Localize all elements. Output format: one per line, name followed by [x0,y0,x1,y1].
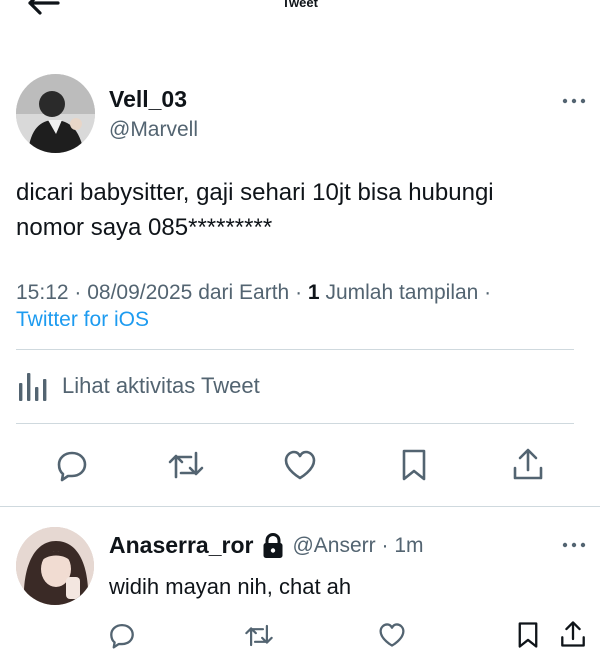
top-bar: Tweet [0,0,600,15]
reply-bookmark-button[interactable] [514,620,542,650]
retweet-button[interactable] [166,447,206,483]
reply-button[interactable] [53,447,91,483]
more-options-icon[interactable] [562,542,586,548]
reply-icon [57,451,87,482]
like-button[interactable] [282,447,318,483]
reply-avatar[interactable] [16,527,94,605]
tweet-meta: 15:12 · 08/09/2025 dari Earth · 1 Jumlah… [16,281,492,304]
like-icon [379,623,405,647]
share-icon [513,448,543,480]
views-count: 1 [307,281,320,304]
view-activity-link[interactable]: Lihat aktivitas Tweet [16,366,260,406]
tweet-source-link[interactable]: Twitter for iOS [16,306,149,334]
tweet-time[interactable]: 15:12 [16,281,69,304]
reply-icon [110,623,134,649]
divider [0,506,600,507]
bookmark-icon [402,449,426,481]
tweet-text: dicari babysitter, gaji sehari 10jt bisa… [16,175,576,245]
tweet-date[interactable]: 08/09/2025 [87,281,192,304]
author-handle[interactable]: @Marvell [109,118,198,142]
tweet-text-line: dicari babysitter, gaji sehari 10jt bisa… [16,179,494,206]
divider [16,423,574,424]
reply-author-handle[interactable]: @Anserr [292,534,375,558]
share-button[interactable] [510,445,546,483]
more-options-icon[interactable] [562,98,586,104]
reply-share-button[interactable] [558,618,588,650]
views-label: Jumlah tampilan [325,281,479,304]
bookmark-button[interactable] [398,447,430,483]
separator-dot: · [375,533,395,557]
reply-text: widih mayan nih, chat ah [109,574,352,599]
bookmark-icon [518,622,538,648]
activity-label: Lihat aktivitas Tweet [62,373,260,398]
like-icon [284,450,316,480]
tweet-location: dari Earth [198,281,290,304]
analytics-icon [19,373,47,401]
divider [16,349,574,350]
reply-header: Anaserra_ror @Anserr · 1m [109,532,424,559]
avatar[interactable] [16,74,95,153]
tweet-text-line: nomor saya 085********* [16,214,273,241]
reply-author-name[interactable]: Anaserra_ror [109,532,253,559]
retweet-icon [245,624,273,646]
reply-reply-button[interactable] [106,620,138,650]
share-icon [561,621,585,647]
reply-retweet-button[interactable] [243,620,275,650]
page-title: Tweet [282,0,318,10]
reply-like-button[interactable] [376,620,408,650]
reply-time[interactable]: 1m [394,534,423,558]
lock-icon [263,532,283,558]
retweet-icon [168,451,204,479]
author-name[interactable]: Vell_03 [109,86,187,113]
